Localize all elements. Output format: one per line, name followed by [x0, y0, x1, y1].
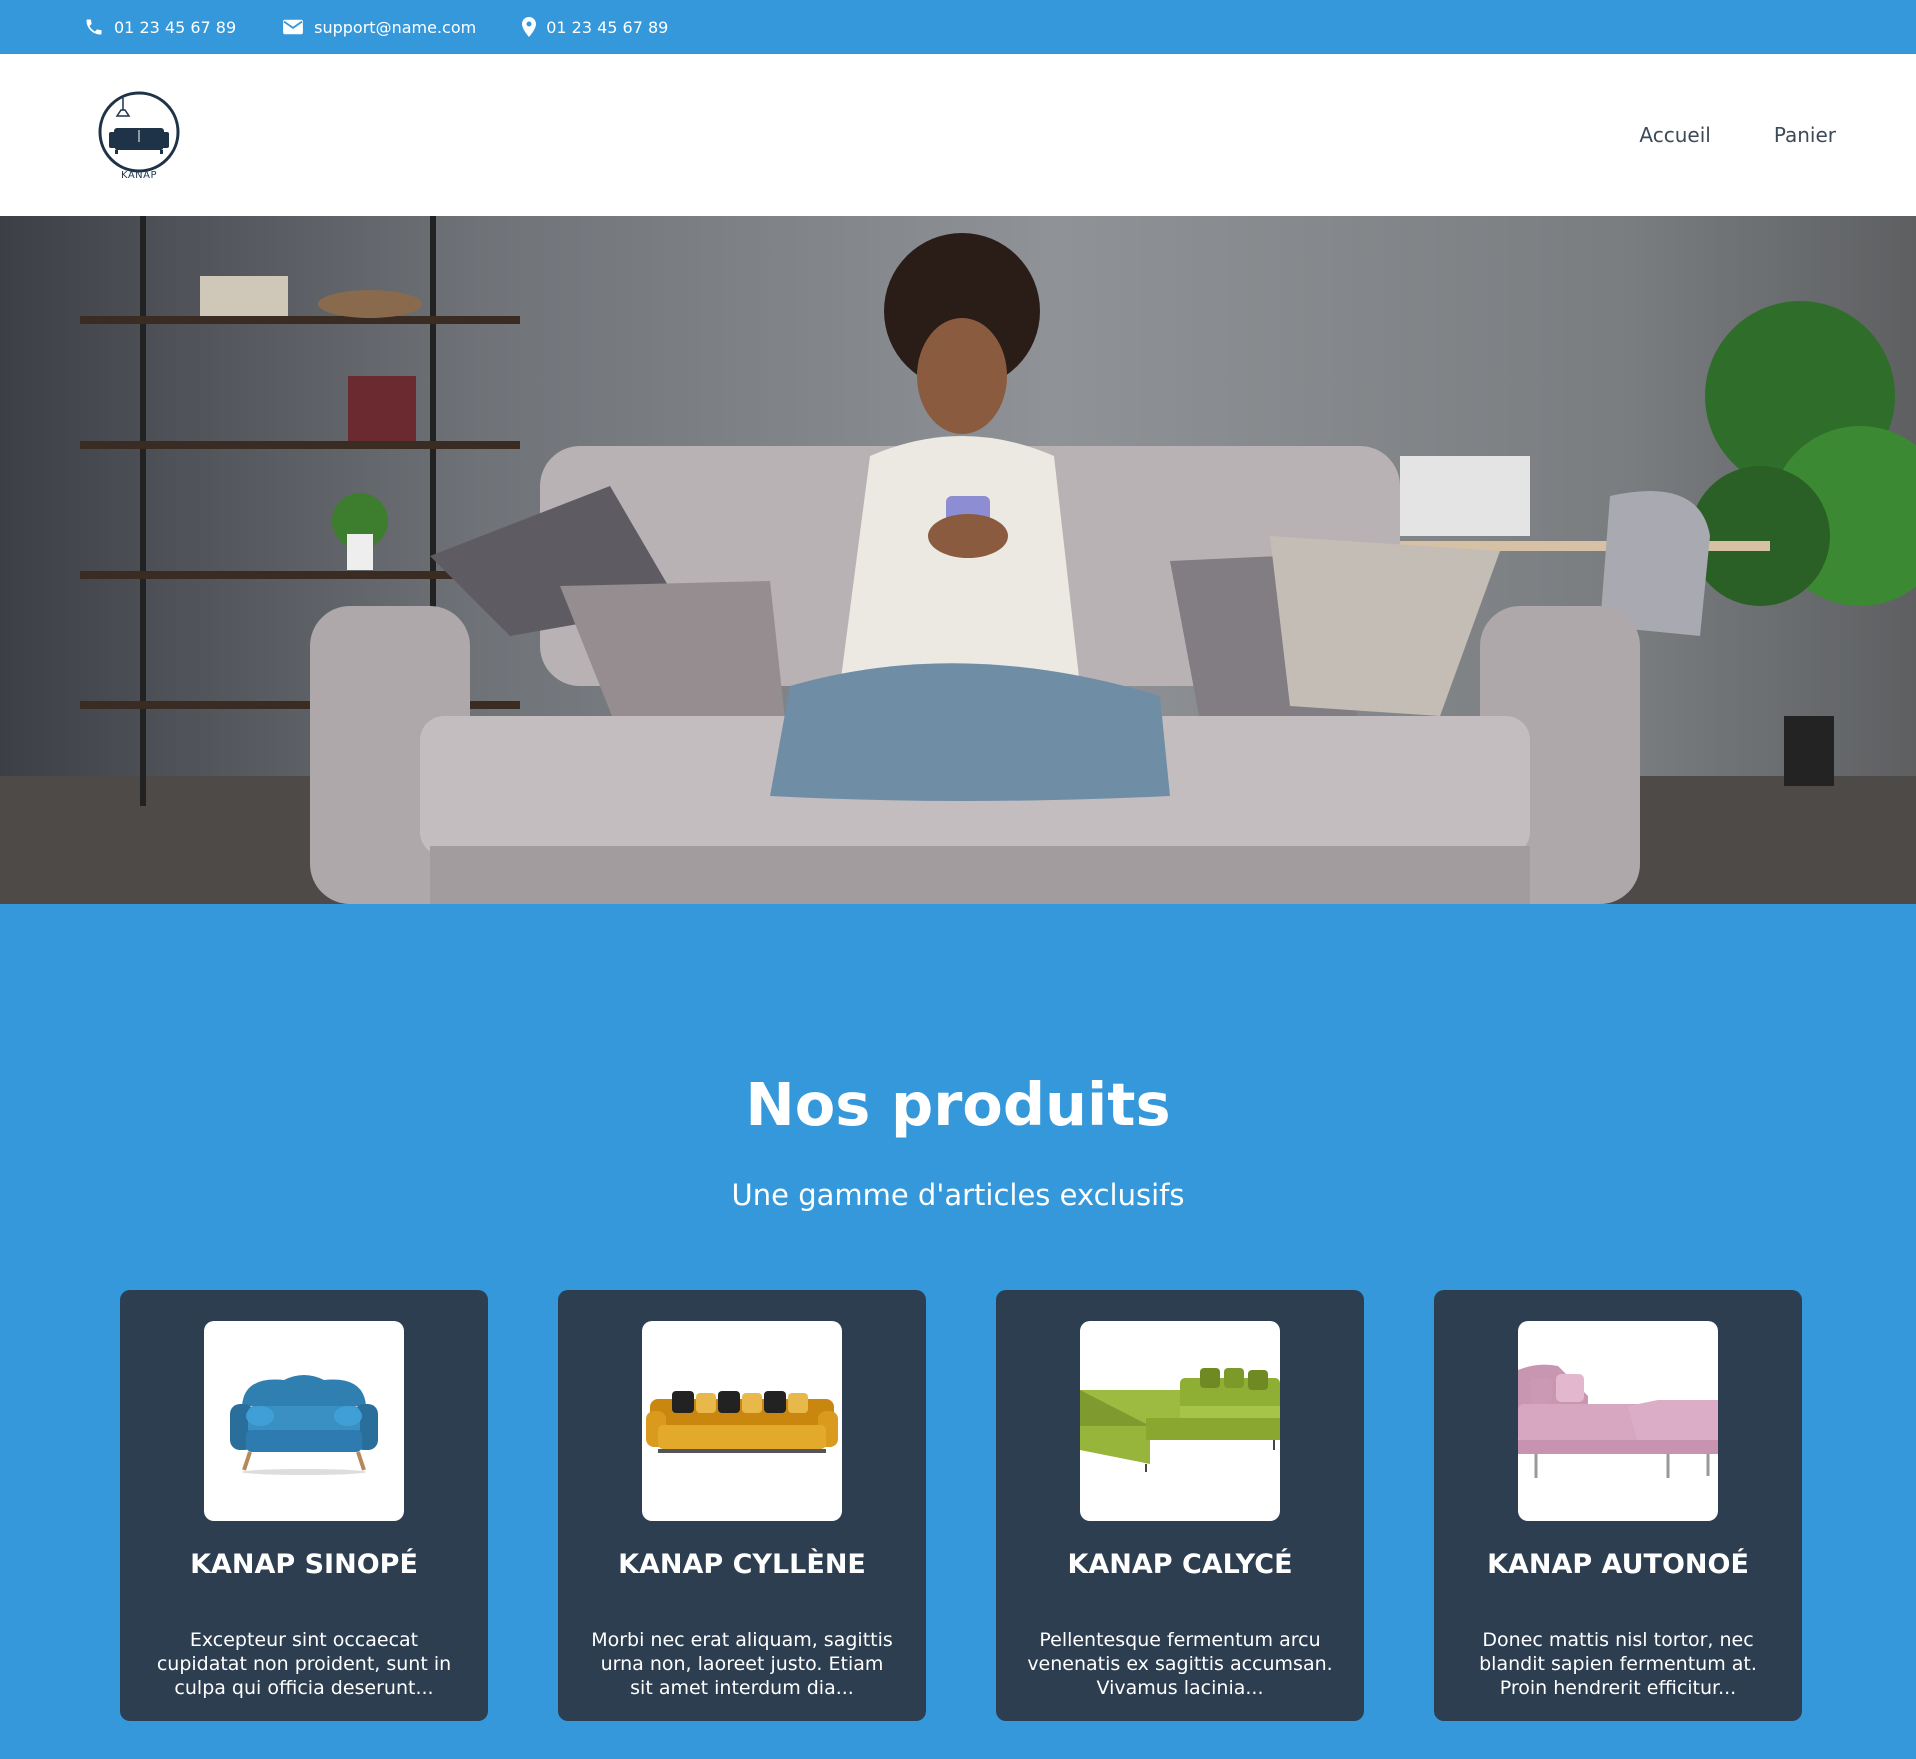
product-description: Pellentesque fermentum arcu venenatis ex…	[1027, 1629, 1333, 1699]
location-pin-icon	[522, 17, 537, 37]
product-grid: KANAP SINOPÉ Excepteur sint occaecat cup…	[0, 1290, 1916, 1721]
phone-number: 01 23 45 67 89	[114, 17, 237, 37]
nav-link-panier[interactable]: Panier	[1774, 123, 1836, 147]
green-sectional-sofa-icon	[1080, 1368, 1280, 1472]
product-description: Excepteur sint occaecat cupidatat non pr…	[156, 1629, 452, 1699]
hero-banner	[0, 216, 1916, 904]
yellow-sofa-icon	[646, 1391, 838, 1453]
phone-icon	[86, 19, 102, 35]
product-name: KANAP AUTONOÉ	[1487, 1549, 1749, 1580]
topbar-email[interactable]: support@name.com	[282, 18, 476, 37]
product-name: KANAP CALYCÉ	[1067, 1549, 1293, 1580]
blue-sofa-icon	[230, 1375, 378, 1475]
product-image[interactable]	[642, 1321, 842, 1521]
header: KANAP Accueil Panier	[0, 54, 1916, 216]
product-image[interactable]	[1080, 1321, 1280, 1521]
logo-text: KANAP	[120, 169, 158, 181]
pink-chaise-sofa-icon	[1518, 1364, 1718, 1478]
product-card[interactable]: KANAP SINOPÉ Excepteur sint occaecat cup…	[120, 1290, 488, 1721]
sofa-logo-icon	[98, 91, 180, 172]
logo[interactable]: KANAP	[96, 90, 182, 181]
products-subtitle: Une gamme d'articles exclusifs	[731, 1178, 1185, 1212]
email-address: support@name.com	[314, 17, 477, 37]
product-card[interactable]: KANAP AUTONOÉ Donec mattis nisl tortor, …	[1434, 1290, 1802, 1721]
product-description: Donec mattis nisl tortor, nec blandit sa…	[1479, 1629, 1757, 1699]
product-name: KANAP SINOPÉ	[190, 1549, 418, 1580]
product-name: KANAP CYLLÈNE	[618, 1549, 866, 1580]
products-section: Nos produits Une gamme d'articles exclus…	[0, 904, 1916, 1759]
product-image[interactable]	[1518, 1321, 1718, 1521]
topbar-location[interactable]: 01 23 45 67 89	[522, 17, 668, 37]
nav-link-accueil[interactable]: Accueil	[1639, 123, 1710, 147]
location-text: 01 23 45 67 89	[546, 17, 669, 37]
mail-icon	[283, 19, 304, 35]
product-card[interactable]: KANAP CYLLÈNE Morbi nec erat aliquam, sa…	[558, 1290, 926, 1721]
products-title: Nos produits	[745, 1070, 1171, 1139]
topbar-phone[interactable]: 01 23 45 67 89	[84, 17, 236, 37]
topbar: 01 23 45 67 89 support@name.com 01 23 45…	[0, 0, 1916, 54]
main-nav: Accueil Panier	[1576, 123, 1836, 147]
product-card[interactable]: KANAP CALYCÉ Pellentesque fermentum arcu…	[996, 1290, 1364, 1721]
product-description: Morbi nec erat aliquam, sagittis urna no…	[591, 1629, 893, 1699]
hero-image	[0, 216, 1916, 904]
product-image[interactable]	[204, 1321, 404, 1521]
